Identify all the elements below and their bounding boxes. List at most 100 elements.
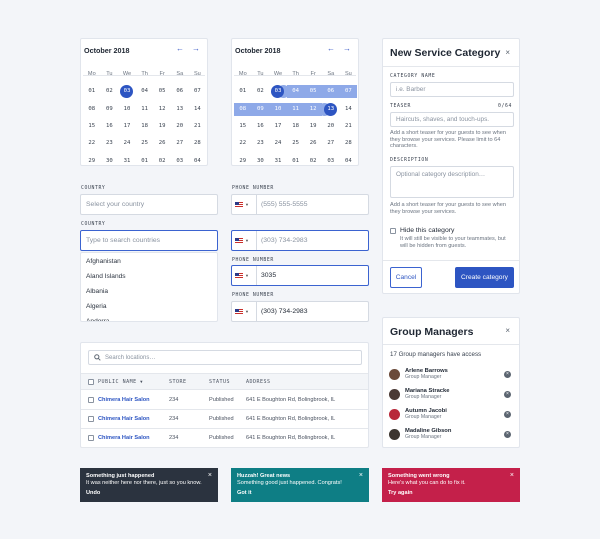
calendar-day[interactable]: 11 — [286, 102, 305, 116]
category-name-input[interactable]: i.e. Barber — [390, 82, 514, 97]
close-icon[interactable]: × — [359, 472, 363, 479]
remove-icon[interactable]: × — [504, 410, 511, 418]
country-option[interactable]: Albania — [81, 284, 217, 299]
calendar-day[interactable]: 23 — [101, 137, 119, 150]
country-code-picker[interactable]: ▼ — [235, 266, 257, 285]
calendar-day[interactable]: 16 — [101, 120, 119, 133]
calendar-day[interactable]: 19 — [153, 120, 171, 133]
calendar-day[interactable]: 27 — [171, 137, 189, 150]
calendar-day[interactable]: 07 — [189, 85, 207, 98]
remove-icon[interactable]: × — [504, 430, 511, 438]
table-row[interactable]: Chimera Hair Salon 234 Published 641 E B… — [81, 410, 368, 429]
calendar-day[interactable]: 08 — [83, 103, 101, 116]
calendar-day[interactable]: 26 — [304, 137, 322, 150]
calendar-day[interactable]: 04 — [136, 85, 154, 98]
phone-input[interactable]: ▼ (303) 734-2983 — [231, 301, 369, 322]
calendar-day[interactable]: 27 — [322, 137, 340, 150]
calendar-day[interactable]: 04 — [340, 155, 358, 168]
close-icon[interactable]: × — [208, 472, 212, 479]
calendar-day[interactable]: 29 — [234, 155, 252, 168]
toast-action-got-it[interactable]: Got it — [237, 490, 363, 497]
calendar-day[interactable]: 24 — [269, 137, 287, 150]
calendar-day[interactable]: 02 — [101, 85, 119, 98]
calendar-day[interactable]: 22 — [83, 137, 101, 150]
calendar-day[interactable]: 06 — [171, 85, 189, 98]
country-option[interactable]: Algeria — [81, 299, 217, 314]
country-select[interactable]: Select your country — [80, 194, 218, 215]
calendar-day[interactable]: 29 — [83, 155, 101, 168]
country-option[interactable]: Aland Islands — [81, 269, 217, 284]
calendar-day[interactable]: 05 — [153, 85, 171, 98]
calendar-day[interactable]: 25 — [287, 137, 305, 150]
calendar-day[interactable]: 19 — [304, 120, 322, 133]
calendar-day[interactable]: 10 — [118, 103, 136, 116]
calendar-day[interactable]: 03 — [271, 85, 285, 99]
calendar-day[interactable]: 01 — [234, 85, 252, 98]
calendar-day[interactable]: 02 — [153, 155, 171, 168]
calendar-day[interactable]: 04 — [189, 155, 207, 168]
teaser-input[interactable]: Haircuts, shaves, and touch-ups. — [390, 112, 514, 127]
prev-month-icon[interactable]: ← — [176, 44, 184, 53]
calendar-day[interactable]: 26 — [153, 137, 171, 150]
calendar-day[interactable]: 31 — [269, 155, 287, 168]
country-option[interactable]: Andorra — [81, 314, 217, 321]
phone-input[interactable]: ▼ (303) 734-2983 — [231, 230, 369, 251]
calendar-day[interactable]: 18 — [287, 120, 305, 133]
calendar-day[interactable]: 14 — [189, 103, 207, 116]
calendar-day[interactable]: 30 — [101, 155, 119, 168]
calendar-day[interactable]: 15 — [83, 120, 101, 133]
row-checkbox[interactable] — [88, 435, 94, 441]
location-name-link[interactable]: Chimera Hair Salon — [98, 416, 150, 422]
next-month-icon[interactable]: → — [192, 44, 200, 53]
calendar-day[interactable]: 10 — [269, 102, 287, 116]
table-row[interactable]: Chimera Hair Salon 234 Published 641 E B… — [81, 429, 368, 448]
calendar-day[interactable]: 06 — [321, 85, 340, 99]
calendar-day[interactable]: 03 — [322, 155, 340, 168]
toast-action-try-again[interactable]: Try again — [388, 490, 514, 497]
table-row[interactable]: Chimera Hair Salon 234 Published 641 E B… — [81, 391, 368, 410]
phone-input[interactable]: ▼ 3035 — [231, 265, 369, 286]
create-category-button[interactable]: Create category — [455, 267, 514, 288]
calendar-day[interactable]: 12 — [304, 102, 322, 116]
close-icon[interactable]: × — [505, 48, 510, 57]
hide-category-checkbox[interactable] — [390, 228, 396, 234]
calendar-day[interactable]: 21 — [189, 120, 207, 133]
calendar-day[interactable]: 16 — [252, 120, 270, 133]
toast-action-undo[interactable]: Undo — [86, 490, 212, 497]
location-name-link[interactable]: Chimera Hair Salon — [98, 435, 150, 441]
calendar-day[interactable]: 01 — [136, 155, 154, 168]
description-textarea[interactable]: Optional category description… — [390, 166, 514, 198]
next-month-icon[interactable]: → — [343, 44, 351, 53]
calendar-day[interactable]: 01 — [287, 155, 305, 168]
location-name-link[interactable]: Chimera Hair Salon — [98, 397, 150, 403]
calendar-day[interactable]: 05 — [304, 85, 322, 99]
calendar-day[interactable]: 21 — [340, 120, 358, 133]
calendar-day[interactable]: 15 — [234, 120, 252, 133]
calendar-day[interactable]: 28 — [189, 137, 207, 150]
calendar-day[interactable]: 04 — [286, 85, 305, 99]
calendar-day[interactable]: 20 — [171, 120, 189, 133]
calendar-day[interactable]: 30 — [252, 155, 270, 168]
close-icon[interactable]: × — [505, 326, 510, 335]
calendar-day[interactable]: 11 — [136, 103, 154, 116]
remove-icon[interactable]: × — [504, 390, 511, 398]
calendar-day[interactable]: 18 — [136, 120, 154, 133]
calendar-day[interactable]: 03 — [120, 85, 134, 99]
country-code-picker[interactable]: ▼ — [235, 195, 257, 214]
calendar-day[interactable]: 20 — [322, 120, 340, 133]
calendar-day[interactable]: 24 — [118, 137, 136, 150]
calendar-day[interactable]: 03 — [171, 155, 189, 168]
calendar-day[interactable]: 08 — [234, 102, 252, 116]
remove-icon[interactable]: × — [504, 370, 511, 378]
close-icon[interactable]: × — [510, 472, 514, 479]
calendar-day[interactable]: 02 — [252, 85, 270, 98]
column-header-name[interactable]: PUBLIC NAME ▼ — [98, 379, 143, 385]
calendar-day[interactable]: 01 — [83, 85, 101, 98]
calendar-day[interactable]: 25 — [136, 137, 154, 150]
location-search-input[interactable]: Search locations… — [88, 350, 362, 365]
row-checkbox[interactable] — [88, 416, 94, 422]
calendar-day[interactable]: 07 — [339, 85, 358, 99]
calendar-day[interactable]: 09 — [251, 102, 270, 116]
calendar-day[interactable]: 14 — [340, 103, 358, 116]
country-option[interactable]: Afghanistan — [81, 254, 217, 269]
